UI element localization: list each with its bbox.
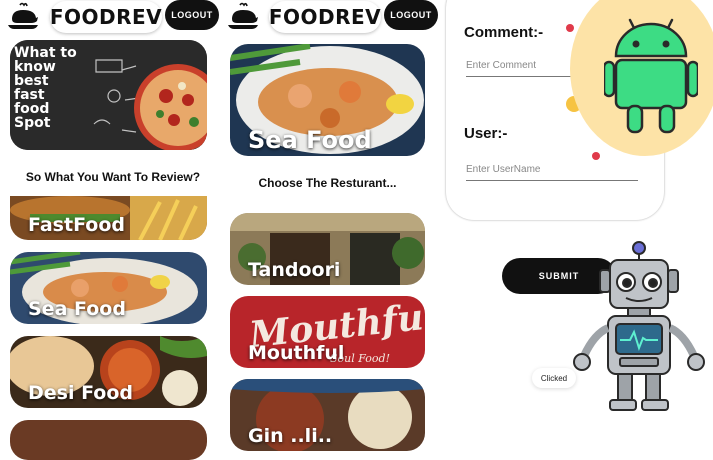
hero-label: Sea Food xyxy=(248,126,372,154)
roast-chicken-icon xyxy=(8,2,38,29)
hero-text: What to know best fast food Spot xyxy=(14,45,77,131)
restaurant-label: Gin ..li.. xyxy=(248,425,333,447)
category-card-seafood[interactable]: Sea Food xyxy=(10,252,207,324)
category-label: Desi Food xyxy=(28,382,134,404)
category-label: Sea Food xyxy=(28,298,126,320)
username-input[interactable] xyxy=(466,158,638,181)
logout-button[interactable]: LOGOUT xyxy=(165,0,219,30)
restaurant-label: Tandoori xyxy=(248,259,341,281)
logout-button[interactable]: LOGOUT xyxy=(384,0,438,30)
category-label: FastFood xyxy=(28,214,125,236)
robot-mascot-icon xyxy=(573,241,705,411)
page-heading: Choose The Resturant... xyxy=(258,176,397,190)
restaurant-card-tandoori[interactable]: Tandoori xyxy=(230,213,425,285)
restaurant-card-third[interactable]: Gin ..li.. xyxy=(230,379,425,451)
food-photo xyxy=(10,420,207,460)
page-heading: So What You Want To Review? xyxy=(25,170,201,184)
decor-dot xyxy=(566,24,574,32)
restaurant-label: Mouthful xyxy=(248,342,345,364)
comment-label: Comment:- xyxy=(464,24,544,41)
category-card-partial[interactable] xyxy=(10,420,207,460)
android-logo-icon xyxy=(604,18,698,134)
app-brand: FOODREV xyxy=(269,1,381,33)
username-label: User:- xyxy=(464,125,508,142)
category-card-fastfood[interactable]: FastFood xyxy=(10,196,207,240)
decor-dot xyxy=(592,152,600,160)
app-brand: FOODREV xyxy=(50,1,162,33)
roast-chicken-icon xyxy=(228,2,258,29)
hero-banner[interactable]: What to know best fast food Spot xyxy=(10,40,207,150)
restaurant-card-mouthful[interactable]: Mouthful Soul Food! Mouthful xyxy=(230,296,425,368)
hero-banner[interactable]: Sea Food xyxy=(230,44,425,156)
category-card-desifood[interactable]: Desi Food xyxy=(10,336,207,408)
